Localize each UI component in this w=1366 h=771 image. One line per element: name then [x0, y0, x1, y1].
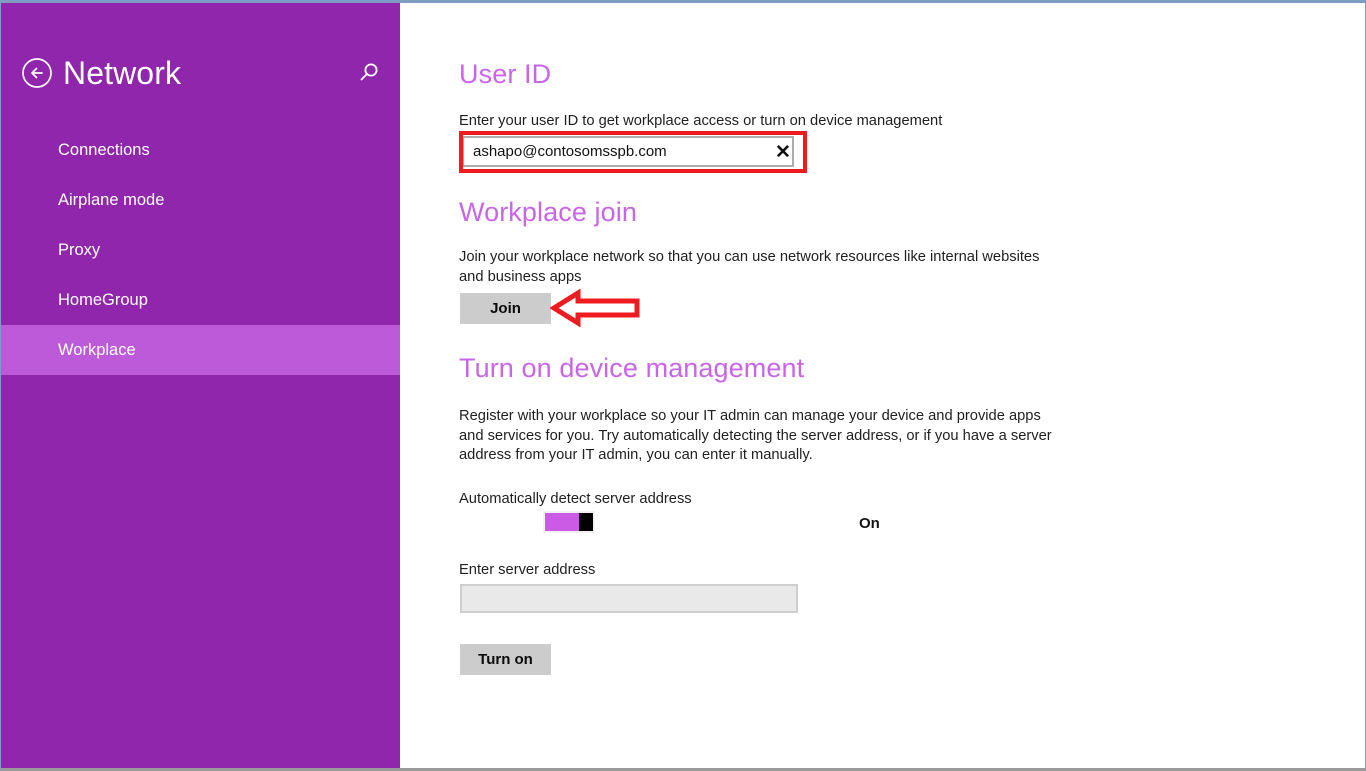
back-arrow-circle-icon[interactable] — [21, 57, 53, 89]
page-title: Network — [63, 55, 182, 91]
settings-window: Network Connections Airplane mode Proxy … — [0, 0, 1366, 771]
content-pane: User ID Enter your user ID to get workpl… — [400, 3, 1365, 768]
user-id-heading: User ID — [459, 59, 552, 89]
turn-on-button[interactable]: Turn on — [460, 644, 551, 675]
search-icon[interactable] — [354, 59, 382, 87]
workplace-join-heading: Workplace join — [459, 197, 637, 227]
sidebar-header: Network — [1, 49, 400, 101]
sidebar-nav: Connections Airplane mode Proxy HomeGrou… — [1, 125, 400, 375]
sidebar-item-airplane-mode[interactable]: Airplane mode — [1, 175, 400, 225]
sidebar-item-label: Connections — [58, 141, 150, 159]
auto-detect-label: Automatically detect server address — [459, 491, 692, 507]
server-address-input[interactable] — [460, 584, 798, 613]
auto-detect-state-label: On — [859, 515, 880, 532]
sidebar-item-label: Proxy — [58, 241, 101, 259]
user-id-description: Enter your user ID to get workplace acce… — [459, 113, 943, 129]
sidebar-item-homegroup[interactable]: HomeGroup — [1, 275, 400, 325]
sidebar-item-label: Airplane mode — [58, 191, 165, 209]
sidebar-item-label: Workplace — [58, 341, 136, 359]
close-x-icon[interactable]: ✕ — [775, 143, 791, 162]
server-address-label: Enter server address — [459, 562, 596, 578]
sidebar-item-connections[interactable]: Connections — [1, 125, 400, 175]
device-management-heading: Turn on device management — [459, 353, 805, 383]
workplace-join-description: Join your workplace network so that you … — [459, 249, 1040, 285]
user-id-input[interactable] — [462, 136, 794, 167]
sidebar-item-proxy[interactable]: Proxy — [1, 225, 400, 275]
toggle-track-fill — [545, 513, 579, 531]
sidebar: Network Connections Airplane mode Proxy … — [1, 3, 400, 768]
auto-detect-toggle[interactable] — [543, 511, 595, 533]
device-management-description: Register with your workplace so your IT … — [459, 408, 1052, 463]
sidebar-item-workplace[interactable]: Workplace — [1, 325, 400, 375]
sidebar-item-label: HomeGroup — [58, 291, 148, 309]
join-button[interactable]: Join — [460, 293, 551, 324]
join-pointer-annotation — [549, 287, 642, 334]
